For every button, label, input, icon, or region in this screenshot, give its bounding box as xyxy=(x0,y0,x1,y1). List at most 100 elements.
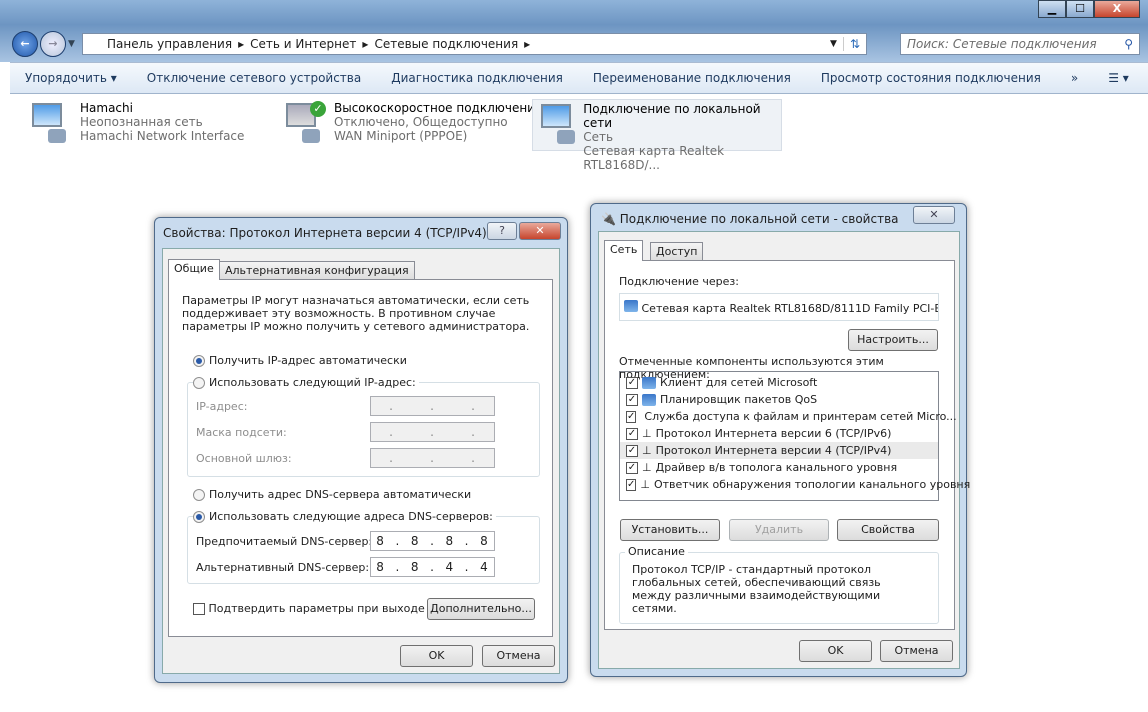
preview-pane-icon[interactable]: ▯ xyxy=(1144,71,1148,85)
dialog-title-wrap: 🔌 Подключение по локальной сети - свойст… xyxy=(601,212,899,226)
network-adapter-icon: 🔌 xyxy=(601,212,616,226)
network-computer-icon xyxy=(28,101,74,147)
gateway-label: Основной шлюз: xyxy=(196,452,292,465)
maximize-button[interactable]: ☐ xyxy=(1066,0,1094,18)
search-input[interactable]: Поиск: Сетевые подключения ⚲ xyxy=(900,33,1140,55)
manual-dns-radio[interactable]: Использовать следующие адреса DNS-сервер… xyxy=(193,510,496,523)
subnet-mask-input[interactable]: ... xyxy=(370,422,495,442)
gateway-input[interactable]: ... xyxy=(370,448,495,468)
organize-menu[interactable]: Упорядочить ▾ xyxy=(10,71,132,85)
minimize-button[interactable]: ▁ xyxy=(1038,0,1066,18)
refresh-icon[interactable]: ⇅ xyxy=(842,37,866,51)
list-item[interactable]: ✓ ⊥ Протокол Интернета версии 6 (TCP/IPv6) xyxy=(620,425,938,442)
mask-label: Маска подсети: xyxy=(196,426,287,439)
checkbox[interactable]: ✓ xyxy=(626,376,638,389)
tab-alternate-config[interactable]: Альтернативная конфигурация xyxy=(219,261,415,280)
ip-address-input[interactable]: ... xyxy=(370,396,495,416)
manual-ip-radio[interactable]: Использовать следующий IP-адрес: xyxy=(193,376,419,389)
close-button[interactable]: ✕ xyxy=(913,206,955,224)
forward-button[interactable]: → xyxy=(40,31,66,57)
checkbox[interactable]: ✓ xyxy=(626,461,638,474)
close-button[interactable]: ✕ xyxy=(519,222,561,240)
tab-sharing[interactable]: Доступ xyxy=(650,242,704,261)
ip-label: IP-адрес: xyxy=(196,400,248,413)
list-item[interactable]: ✓ Клиент для сетей Microsoft xyxy=(620,374,938,391)
preferred-dns-label: Предпочитаемый DNS-сервер: xyxy=(196,535,373,548)
dns-group: Предпочитаемый DNS-сервер: 8.8.8.8 Альте… xyxy=(187,516,540,584)
connect-via-label: Подключение через: xyxy=(619,275,739,288)
configure-button[interactable]: Настроить... xyxy=(848,329,938,351)
close-button[interactable]: X xyxy=(1094,0,1140,18)
connection-status: Отключено, Общедоступно xyxy=(334,115,508,129)
ok-button[interactable]: OK xyxy=(400,645,473,667)
alternate-dns-input[interactable]: 8.8.4.4 xyxy=(370,557,495,577)
protocol-icon: ⊥ xyxy=(642,461,652,474)
cancel-button[interactable]: Отмена xyxy=(880,640,953,662)
protocol-icon: ⊥ xyxy=(642,444,652,457)
checkbox[interactable]: ✓ xyxy=(626,478,637,491)
disable-device-button[interactable]: Отключение сетевого устройства xyxy=(132,71,376,85)
connection-lan[interactable]: Подключение по локальной сети Сеть Сетевая… xyxy=(532,99,782,172)
install-button[interactable]: Установить... xyxy=(620,519,720,541)
description-text: Протокол TCP/IP - стандартный протокол г… xyxy=(632,563,881,615)
list-item[interactable]: ✓ ⊥ Ответчик обнаружения топологии канальн… xyxy=(620,476,970,493)
breadcrumb-item[interactable]: Сеть и Интернет xyxy=(250,37,356,51)
address-bar[interactable]: Панель управления ▸ Сеть и Интернет ▸ Сете… xyxy=(82,33,867,55)
radio-label: Получить адрес DNS-сервера автоматически xyxy=(209,488,472,501)
breadcrumb-item[interactable]: Сетевые подключения xyxy=(374,37,518,51)
checkbox[interactable]: ✓ xyxy=(626,444,638,457)
description-group: Протокол TCP/IP - стандартный протокол г… xyxy=(619,552,939,624)
properties-button[interactable]: Свойства xyxy=(837,519,939,541)
list-item[interactable]: ✓ Планировщик пакетов QoS xyxy=(620,391,938,408)
adapter-field: Сетевая карта Realtek RTL8168D/8111D Fam… xyxy=(619,293,939,321)
auto-ip-radio[interactable]: Получить IP-адрес автоматически xyxy=(193,354,407,367)
checkbox[interactable]: ✓ xyxy=(626,410,637,423)
checkbox[interactable]: ✓ xyxy=(626,393,638,406)
ipv4-properties-dialog: Свойства: Протокол Интернета версии 4 (T… xyxy=(154,217,568,683)
tab-general[interactable]: Общие xyxy=(168,259,220,280)
recent-pages-dropdown-icon[interactable]: ▼ xyxy=(68,39,75,49)
view-status-button[interactable]: Просмотр состояния подключения xyxy=(806,71,1056,85)
adapter-name: Сетевая карта Realtek RTL8168D/8111D Fam… xyxy=(641,302,939,315)
view-options-icon[interactable]: ☰ ▾ xyxy=(1093,71,1144,85)
ok-button[interactable]: OK xyxy=(799,640,872,662)
dialog-title: Свойства: Протокол Интернета версии 4 (T… xyxy=(163,226,487,240)
connection-device: WAN Miniport (PPPOE) xyxy=(334,129,468,143)
list-item[interactable]: ✓ ⊥ Драйвер в/в тополога канального уровня xyxy=(620,459,938,476)
more-commands-button[interactable]: » xyxy=(1056,71,1093,85)
back-button[interactable]: ← xyxy=(12,31,38,57)
connection-name: Hamachi xyxy=(80,101,133,115)
uninstall-button[interactable]: Удалить xyxy=(729,519,829,541)
connection-name: Высокоскоростное подключение xyxy=(334,101,543,115)
ip-group: IP-адрес: ... Маска подсети: ... Основно… xyxy=(187,382,540,477)
preferred-dns-input[interactable]: 8.8.8.8 xyxy=(370,531,495,551)
validate-checkbox[interactable]: Подтвердить параметры при выходе xyxy=(193,602,425,615)
diagnose-button[interactable]: Диагностика подключения xyxy=(376,71,578,85)
cancel-button[interactable]: Отмена xyxy=(482,645,555,667)
connection-device: Сетевая карта Realtek RTL8168D/... xyxy=(583,144,725,172)
connection-status: Сеть xyxy=(583,130,614,144)
search-icon[interactable]: ⚲ xyxy=(1124,37,1133,51)
breadcrumb-separator-icon[interactable]: ▸ xyxy=(238,37,244,51)
breadcrumb-separator-icon[interactable]: ▸ xyxy=(524,37,530,51)
client-icon xyxy=(642,376,656,389)
breadcrumb-separator-icon[interactable]: ▸ xyxy=(362,37,368,51)
help-button[interactable]: ? xyxy=(487,222,517,240)
dialog-title: Подключение по локальной сети - свойства xyxy=(619,212,899,226)
radio-label: Получить IP-адрес автоматически xyxy=(209,354,407,367)
address-dropdown-icon[interactable]: ▼ xyxy=(830,39,837,49)
breadcrumb-item[interactable]: Панель управления xyxy=(107,37,232,51)
rename-button[interactable]: Переименование подключения xyxy=(578,71,806,85)
protocol-icon: ⊥ xyxy=(642,427,652,440)
checkbox[interactable]: ✓ xyxy=(626,427,638,440)
connection-broadband[interactable]: ✓ Высокоскоростное подключение Отключено,… xyxy=(278,99,546,151)
list-item[interactable]: ✓ Служба доступа к файлам и принтерам сет… xyxy=(620,408,957,425)
navigation-buttons: ← → ▼ xyxy=(12,31,75,57)
auto-dns-radio[interactable]: Получить адрес DNS-сервера автоматически xyxy=(193,488,471,501)
connection-hamachi[interactable]: Hamachi Неопознанная сеть Hamachi Network … xyxy=(24,99,248,151)
protocol-icon: ⊥ xyxy=(640,478,650,491)
tab-network[interactable]: Сеть xyxy=(604,240,644,261)
advanced-button[interactable]: Дополнительно... xyxy=(427,598,535,620)
list-item-selected[interactable]: ✓ ⊥ Протокол Интернета версии 4 (TCP/IPv4) xyxy=(620,442,938,459)
components-list[interactable]: ✓ Клиент для сетей Microsoft ✓ Планировщик… xyxy=(619,371,970,501)
